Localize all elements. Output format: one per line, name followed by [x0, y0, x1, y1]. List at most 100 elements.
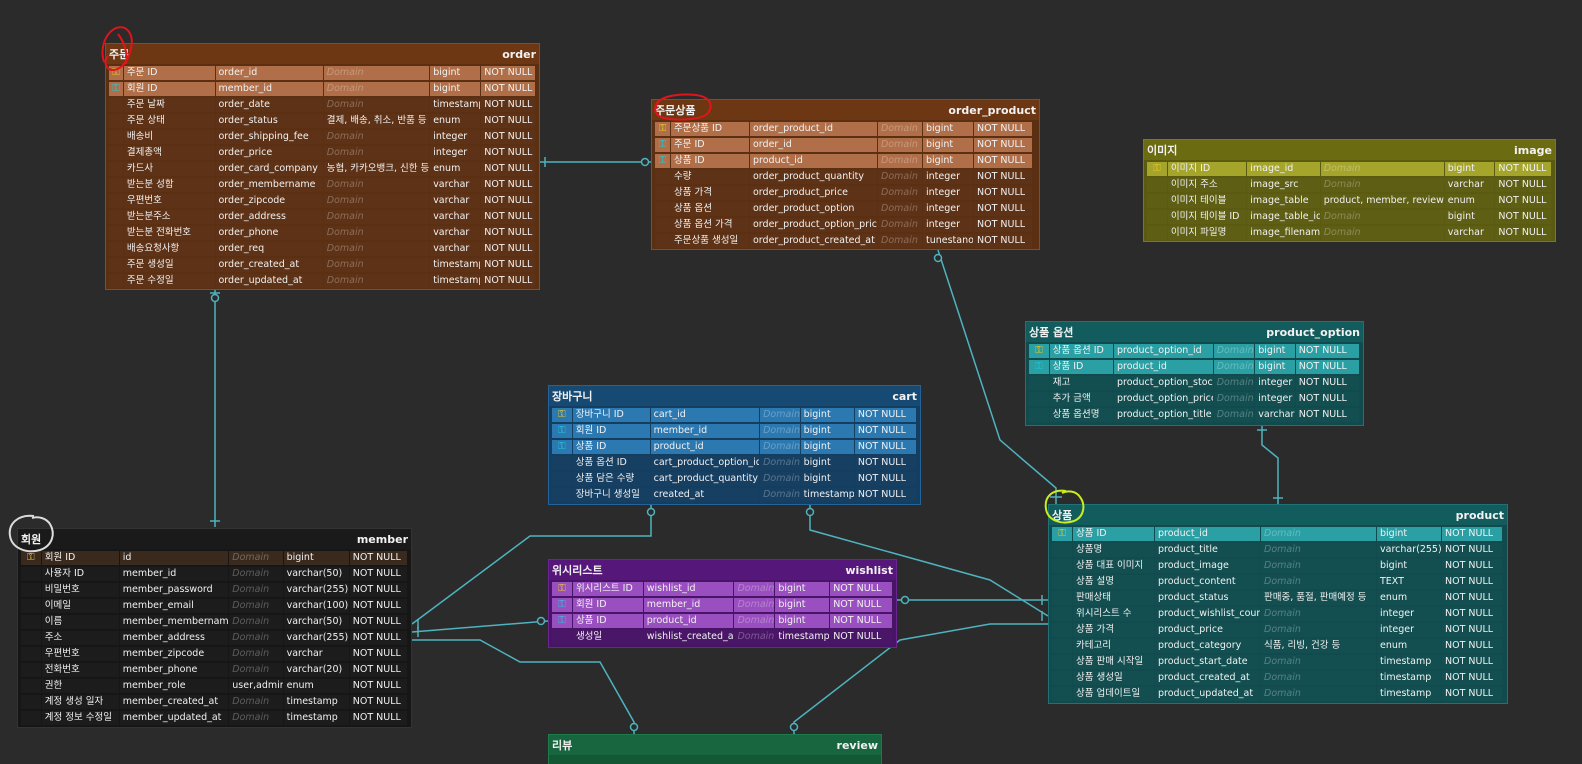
entity-cart[interactable]: 장바구니 cart ⚿ 장바구니 ID cart_id Domain bigint NOT… [548, 385, 921, 505]
column-row[interactable]: ⚿ 장바구니 ID cart_id Domain bigint NOT NULL [552, 407, 917, 423]
column-row[interactable]: 계정 생성 일자 member_created_at Domain timestamp… [21, 694, 408, 710]
key-cell-empty [109, 146, 123, 160]
column-row[interactable]: 상품 판매 시작일 product_start_date Domain timesta… [1052, 654, 1504, 670]
column-row[interactable]: 받는분 전화번호 order_phone Domain varchar NOT NULL [109, 225, 536, 241]
column-row[interactable]: 상품 설명 product_content Domain TEXT NOT NULL [1052, 574, 1504, 590]
column-physical: member_id [119, 567, 229, 581]
column-logical: 이름 [41, 615, 119, 629]
column-row[interactable]: 주소 member_address Domain varchar(255) NOT NU… [21, 630, 408, 646]
entity-product[interactable]: 상품 product ⚿ 상품 ID product_id Domain bigint N… [1048, 504, 1508, 704]
column-row[interactable]: 계정 정보 수정일 member_updated_at Domain timestam… [21, 710, 408, 726]
column-row[interactable]: 결제총액 order_price Domain integer NOT NULL [109, 145, 536, 161]
column-row[interactable]: ⚿ 회원 ID member_id Domain bigint NOT NULL [109, 81, 536, 97]
column-row[interactable]: ⚿ 회원 ID id Domain bigint NOT NULL [21, 550, 408, 566]
column-row[interactable]: ⚿ 위시리스트 ID wishlist_id Domain bigint NOT NULL [552, 581, 893, 597]
column-row[interactable]: 이메일 member_email Domain varchar(100) NOT NUL… [21, 598, 408, 614]
connector-wishlist-member[interactable] [411, 620, 549, 633]
column-row[interactable]: 받는분 성함 order_membername Domain varchar NOT N… [109, 177, 536, 193]
column-nn: NOT NULL [481, 66, 535, 80]
entity-wishlist[interactable]: 위시리스트 wishlist ⚿ 위시리스트 ID wishlist_id Domai… [548, 559, 897, 648]
column-row[interactable]: 상품 업데이트일 product_updated_at Domain timestam… [1052, 686, 1504, 702]
column-row[interactable]: 상품 옵션 order_product_option Domain integer NO… [655, 201, 1036, 217]
column-row[interactable]: ⚿ 상품 ID product_id Domain bigint NOT NULL [1029, 359, 1360, 375]
column-row[interactable]: 재고 product_option_stock Domain integer NOT N… [1029, 375, 1360, 391]
column-row[interactable]: 이미지 테이블 ID image_table_id Domain bigint NOT … [1147, 209, 1552, 225]
column-row[interactable]: 주문 생성일 order_created_at Domain timestamp NOT… [109, 257, 536, 273]
connector-end-circle [789, 722, 799, 732]
column-row[interactable]: 위시리스트 수 product_wishlist_count Domain integ… [1052, 606, 1504, 622]
column-row[interactable]: 이미지 주소 image_src Domain varchar NOT NULL [1147, 177, 1552, 193]
entity-wishlist-header[interactable]: 위시리스트 wishlist [549, 560, 896, 580]
entity-product-header[interactable]: 상품 product [1049, 505, 1507, 525]
column-row[interactable]: ⚿ 상품 ID product_id Domain bigint NOT NULL [1052, 526, 1504, 542]
column-row[interactable]: 카드사 order_card_company 농협, 카카오뱅크, 신한 등 enum… [109, 161, 536, 177]
red-scribble-mark-order [101, 26, 133, 72]
entity-member[interactable]: 회원 member ⚿ 회원 ID id Domain bigint NOT NULL 사용… [17, 528, 412, 728]
column-row[interactable]: ⚿ 주문 ID order_id Domain bigint NOT NULL [109, 65, 536, 81]
column-row[interactable]: 수량 order_product_quantity Domain integer NOT… [655, 169, 1036, 185]
entity-product-option[interactable]: 상품 옵션 product_option ⚿ 상품 옵션 ID product_op… [1025, 321, 1364, 426]
column-domain: Domain [323, 178, 430, 192]
column-row[interactable]: 상품 생성일 product_created_at Domain timestamp N… [1052, 670, 1504, 686]
column-row[interactable]: 전화번호 member_phone Domain varchar(20) NOT NUL… [21, 662, 408, 678]
column-row[interactable]: ⚿ 회원 ID member_id Domain bigint NOT NULL [552, 597, 893, 613]
column-row[interactable]: 추가 금액 product_option_price Domain integer NO… [1029, 391, 1360, 407]
column-row[interactable]: 이미지 테이블 image_table product, member, revie… [1147, 193, 1552, 209]
column-row[interactable]: 주문 수정일 order_updated_at Domain timestamp NOT… [109, 273, 536, 289]
connector-product-option-product[interactable] [1261, 426, 1279, 504]
column-type: bigint [1377, 527, 1441, 541]
column-row[interactable]: 이름 member_membername Domain varchar(50) NOT … [21, 614, 408, 630]
column-row[interactable]: 배송요청사항 order_req Domain varchar NOT NULL [109, 241, 536, 257]
entity-image-header[interactable]: 이미지 image [1144, 140, 1555, 160]
column-row[interactable]: ⚿ 회원 ID member_id Domain bigint NOT NULL [552, 423, 917, 439]
column-domain: Domain [323, 226, 430, 240]
entity-review-header[interactable]: 리뷰 review [549, 735, 881, 755]
column-row[interactable]: 받는분주소 order_address Domain varchar NOT NULL [109, 209, 536, 225]
column-type: varchar [430, 226, 481, 240]
entity-order[interactable]: 주문 order ⚿ 주문 ID order_id Domain bigint NOT N… [105, 43, 540, 290]
column-row[interactable]: 배송비 order_shipping_fee Domain integer NOT NU… [109, 129, 536, 145]
column-row[interactable]: 상품 옵션명 product_option_title Domain varchar N… [1029, 407, 1360, 423]
column-row[interactable]: ⚿ 상품 ID product_id Domain bigint NOT NULL [552, 613, 893, 629]
column-row[interactable]: 판매상태 product_status 판매중, 품절, 판매예정 등 enum NOT… [1052, 590, 1504, 606]
column-row[interactable]: 주문상품 생성일 order_product_created_at Domain tu… [655, 233, 1036, 249]
column-row[interactable]: ⚿ 이미지 ID image_id Domain bigint NOT NULL [1147, 161, 1552, 177]
connector-review-member[interactable] [412, 639, 635, 734]
column-row[interactable]: 상품 담은 수량 cart_product_quantity Domain bigin… [552, 471, 917, 487]
column-row[interactable]: 우편번호 member_zipcode Domain varchar NOT NULL [21, 646, 408, 662]
column-row[interactable]: ⚿ 주문상품 ID order_product_id Domain bigint NOT … [655, 121, 1036, 137]
column-row[interactable]: ⚿ 상품 옵션 ID product_option_id Domain bigint NO… [1029, 343, 1360, 359]
column-type: TEXT [1377, 575, 1441, 589]
column-domain: Domain [760, 488, 800, 502]
column-domain: 판매중, 품절, 판매예정 등 [1261, 591, 1376, 605]
entity-member-header[interactable]: 회원 member [18, 529, 411, 549]
column-row[interactable]: 장바구니 생성일 created_at Domain timestamp NOT NUL… [552, 487, 917, 503]
entity-cart-header[interactable]: 장바구니 cart [549, 386, 920, 406]
column-row[interactable]: 권한 member_role user,admin enum NOT NULL [21, 678, 408, 694]
column-row[interactable]: 상품명 product_title Domain varchar(255) NOT NU… [1052, 542, 1504, 558]
column-row[interactable]: 카테고리 product_category 식품, 리빙, 건강 등 enum NOT … [1052, 638, 1504, 654]
key-cell-empty [1052, 543, 1072, 557]
column-row[interactable]: 비밀번호 member_password Domain varchar(255) NOT… [21, 582, 408, 598]
column-logical: 권한 [41, 679, 119, 693]
column-row[interactable]: ⚿ 주문 ID order_id Domain bigint NOT NULL [655, 137, 1036, 153]
entity-image[interactable]: 이미지 image ⚿ 이미지 ID image_id Domain bigint NOT… [1143, 139, 1556, 242]
entity-product-option-header[interactable]: 상품 옵션 product_option [1026, 322, 1363, 342]
column-domain: Domain [229, 663, 283, 677]
column-row[interactable]: 상품 옵션 가격 order_product_option_price Domain… [655, 217, 1036, 233]
column-row[interactable]: 이미지 파일명 image_filename Domain varchar NOT NU… [1147, 225, 1552, 241]
column-nn: NOT NULL [1442, 639, 1502, 653]
column-row[interactable]: 사용자 ID member_id Domain varchar(50) NOT NULL [21, 566, 408, 582]
column-row[interactable]: 생성일 wishlist_created_at Domain timestamp NOT… [552, 629, 893, 645]
entity-review[interactable]: 리뷰 review [548, 734, 882, 764]
column-row[interactable]: 상품 옵션 ID cart_product_option_id Domain bigi… [552, 455, 917, 471]
column-row[interactable]: 주문 상태 order_status 결제, 배송, 취소, 반품 등 enum NOT… [109, 113, 536, 129]
column-row[interactable]: ⚿ 상품 ID product_id Domain bigint NOT NULL [552, 439, 917, 455]
column-row[interactable]: 주문 날짜 order_date Domain timestamp NOT NULL [109, 97, 536, 113]
entity-order-header[interactable]: 주문 order [106, 44, 539, 64]
column-row[interactable]: 우편번호 order_zipcode Domain varchar NOT NULL [109, 193, 536, 209]
column-row[interactable]: 상품 가격 order_product_price Domain integer NOT… [655, 185, 1036, 201]
column-row[interactable]: ⚿ 상품 ID product_id Domain bigint NOT NULL [655, 153, 1036, 169]
column-row[interactable]: 상품 대표 이미지 product_image Domain bigint NOT NU… [1052, 558, 1504, 574]
column-row[interactable]: 상품 가격 product_price Domain integer NOT NULL [1052, 622, 1504, 638]
